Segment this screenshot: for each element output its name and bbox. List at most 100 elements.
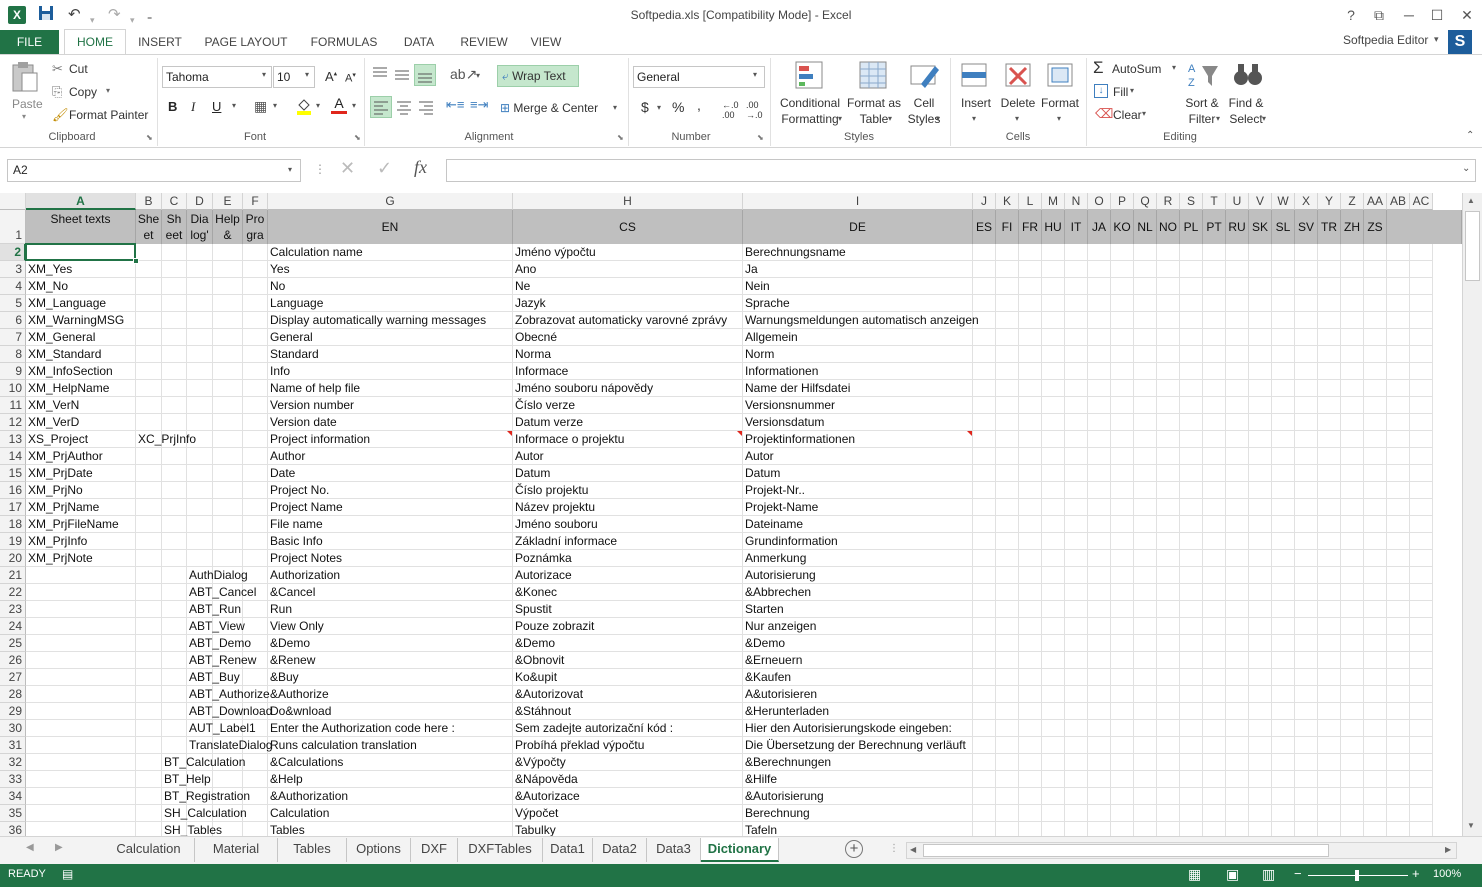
- grid-cell[interactable]: [1157, 465, 1180, 482]
- grid-cell[interactable]: [187, 244, 213, 261]
- grid-cell[interactable]: [996, 754, 1019, 771]
- grid-cell[interactable]: [243, 805, 268, 822]
- grid-cell[interactable]: [1341, 584, 1364, 601]
- grid-cell[interactable]: [996, 771, 1019, 788]
- grid-cell[interactable]: [1318, 720, 1341, 737]
- grid-cell[interactable]: [1410, 516, 1433, 533]
- grid-cell[interactable]: [1134, 431, 1157, 448]
- grid-cell[interactable]: [213, 380, 243, 397]
- grid-cell[interactable]: [136, 788, 162, 805]
- grid-cell[interactable]: [1249, 448, 1272, 465]
- grid-cell[interactable]: [1295, 244, 1318, 261]
- grid-cell[interactable]: [1410, 822, 1433, 836]
- grid-cell[interactable]: [1203, 737, 1226, 754]
- grid-cell[interactable]: [162, 550, 187, 567]
- column-header-w[interactable]: W: [1272, 193, 1295, 210]
- grid-cell[interactable]: [1134, 805, 1157, 822]
- grid-cell[interactable]: ABT_Authorize: [187, 686, 270, 703]
- row-header[interactable]: 8: [0, 346, 26, 363]
- grid-cell[interactable]: [1134, 771, 1157, 788]
- grid-cell[interactable]: [136, 754, 162, 771]
- grid-cell[interactable]: [1272, 431, 1295, 448]
- grid-cell[interactable]: [187, 482, 213, 499]
- zoom-level[interactable]: 100%: [1433, 868, 1461, 880]
- grid-cell[interactable]: [973, 822, 996, 836]
- grid-cell[interactable]: [213, 499, 243, 516]
- grid-cell[interactable]: [1364, 363, 1387, 380]
- grid-cell[interactable]: &Výpočty: [513, 754, 743, 771]
- grid-cell[interactable]: [1088, 805, 1111, 822]
- copy-button[interactable]: Copy: [69, 85, 97, 99]
- grid-cell[interactable]: XM_No: [26, 278, 136, 295]
- row-header[interactable]: 20: [0, 550, 26, 567]
- grid-cell[interactable]: [1295, 346, 1318, 363]
- grid-cell[interactable]: [1157, 516, 1180, 533]
- grid-cell[interactable]: [1226, 550, 1249, 567]
- grid-cell[interactable]: [26, 686, 136, 703]
- select-all-corner[interactable]: [0, 193, 26, 210]
- grid-cell[interactable]: [1019, 346, 1042, 363]
- grid-cell[interactable]: XM_PrjDate: [26, 465, 136, 482]
- grid-cell[interactable]: Datum: [513, 465, 743, 482]
- grid-cell[interactable]: [1249, 312, 1272, 329]
- grid-cell[interactable]: [1272, 550, 1295, 567]
- grid-cell[interactable]: [973, 295, 996, 312]
- grid-cell[interactable]: [1226, 278, 1249, 295]
- grid-cell[interactable]: [1042, 754, 1065, 771]
- grid-cell[interactable]: [1410, 244, 1433, 261]
- grid-cell[interactable]: [1019, 499, 1042, 516]
- grid-cell[interactable]: [1134, 703, 1157, 720]
- grid-cell[interactable]: [1364, 261, 1387, 278]
- grid-cell[interactable]: [1364, 788, 1387, 805]
- conditional-formatting-dropdown-icon[interactable]: ▾: [838, 114, 842, 123]
- grid-cell[interactable]: &Demo: [743, 635, 973, 652]
- grid-cell[interactable]: [1341, 533, 1364, 550]
- row-header[interactable]: 22: [0, 584, 26, 601]
- grid-cell[interactable]: [1318, 278, 1341, 295]
- grid-cell[interactable]: Datum verze: [513, 414, 743, 431]
- row-header[interactable]: 18: [0, 516, 26, 533]
- grid-cell[interactable]: [973, 465, 996, 482]
- comma-button[interactable]: ,: [697, 97, 701, 113]
- header-cell-c[interactable]: Sh eet: [162, 210, 187, 244]
- grid-cell[interactable]: &Hilfe: [743, 771, 973, 788]
- grid-cell[interactable]: BT_Help: [162, 771, 211, 788]
- grid-cell[interactable]: [1203, 312, 1226, 329]
- grid-cell[interactable]: [1318, 465, 1341, 482]
- grid-cell[interactable]: [1134, 261, 1157, 278]
- formula-input[interactable]: [446, 159, 1476, 182]
- grid-cell[interactable]: &Obnovit: [513, 652, 743, 669]
- grid-cell[interactable]: [1042, 244, 1065, 261]
- grid-cell[interactable]: [1042, 414, 1065, 431]
- grid-cell[interactable]: [1341, 703, 1364, 720]
- grid-cell[interactable]: Name der Hilfsdatei: [743, 380, 973, 397]
- header-cell-fr[interactable]: FR: [1019, 210, 1042, 244]
- font-color-dropdown-icon[interactable]: ▾: [352, 101, 356, 110]
- grid-cell[interactable]: Name of help file: [268, 380, 513, 397]
- grid-cell[interactable]: [1134, 669, 1157, 686]
- grid-cell[interactable]: [1180, 737, 1203, 754]
- grid-cell[interactable]: [1111, 516, 1134, 533]
- grid-cell[interactable]: [1203, 295, 1226, 312]
- grid-cell[interactable]: [996, 703, 1019, 720]
- header-cell-sk[interactable]: SK: [1249, 210, 1272, 244]
- grid-cell[interactable]: [1065, 737, 1088, 754]
- column-header-t[interactable]: T: [1203, 193, 1226, 210]
- grid-cell[interactable]: [1295, 397, 1318, 414]
- grid-cell[interactable]: Datum: [743, 465, 973, 482]
- format-as-table-icon[interactable]: [858, 60, 890, 95]
- underline-dropdown-icon[interactable]: ▾: [232, 101, 236, 110]
- grid-cell[interactable]: [187, 499, 213, 516]
- grid-cell[interactable]: [1019, 822, 1042, 836]
- grid-cell[interactable]: [1295, 703, 1318, 720]
- grid-cell[interactable]: &Buy: [268, 669, 513, 686]
- grid-cell[interactable]: [973, 669, 996, 686]
- header-cell-tr[interactable]: TR: [1318, 210, 1341, 244]
- grid-cell[interactable]: [1410, 278, 1433, 295]
- grid-cell[interactable]: &Erneuern: [743, 652, 973, 669]
- grid-cell[interactable]: [162, 346, 187, 363]
- grid-cell[interactable]: [1387, 465, 1410, 482]
- grid-cell[interactable]: [26, 737, 136, 754]
- grid-cell[interactable]: [136, 346, 162, 363]
- grid-cell[interactable]: Ja: [743, 261, 973, 278]
